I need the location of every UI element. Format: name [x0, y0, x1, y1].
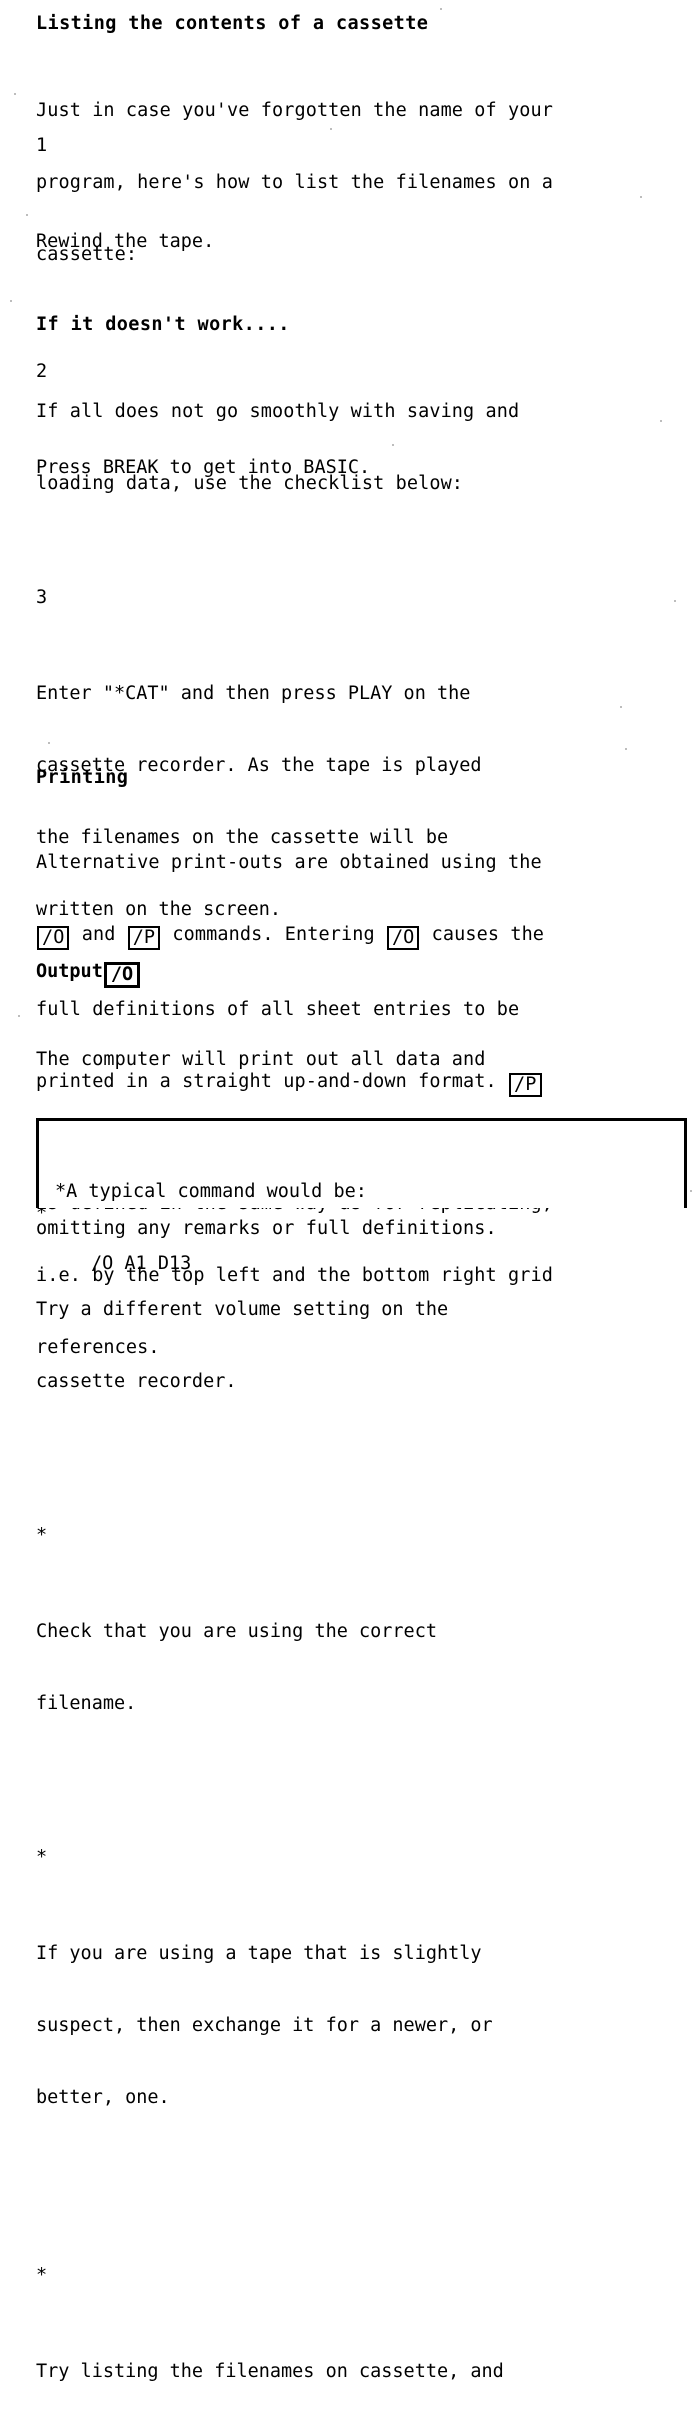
text-fragment: and: [70, 924, 127, 945]
section-heading-listing-contents: Listing the contents of a cassette: [36, 13, 429, 34]
scan-speck: [440, 8, 442, 10]
scan-speck: [10, 300, 12, 302]
text-line: Try listing the filenames on cassette, a…: [36, 2361, 504, 2382]
text-line: *A typical command would be:: [55, 1181, 367, 1202]
command-box-slash-p[interactable]: /P: [127, 926, 161, 950]
command-box-slash-o[interactable]: /O: [37, 926, 70, 950]
scan-speck: [14, 93, 16, 95]
text-line: suspect, then exchange it for a newer, o…: [36, 2015, 493, 2036]
scan-speck: [48, 742, 50, 744]
numbered-step-1: 1 Rewind the tape.: [36, 134, 688, 326]
text-line: Alternative print-outs are obtained usin…: [36, 852, 542, 873]
command-box-slash-o[interactable]: /O: [103, 962, 141, 988]
scan-speck: [660, 420, 662, 422]
checklist-item-4: * Try listing the filenames on cassette,…: [36, 2264, 688, 2420]
bullet-marker: *: [36, 1525, 48, 1546]
text-line: The computer will print out all data and: [36, 1049, 486, 1070]
text-line-with-commands: /O and /P commands. Entering /O causes t…: [36, 923, 688, 950]
checklist-item-2: * Check that you are using the correct f…: [36, 1524, 688, 1788]
scan-speck: [330, 128, 332, 130]
text-line: Enter "*CAT" and then press PLAY on the: [36, 683, 471, 704]
step-number: 1: [36, 135, 48, 156]
bullet-text: If you are using a tape that is slightly…: [36, 1919, 688, 2156]
bullet-text: Check that you are using the correct fil…: [36, 1597, 688, 1762]
text-line: If all does not go smoothly with saving …: [36, 401, 520, 422]
command-box-slash-o[interactable]: /O: [386, 926, 420, 950]
scan-speck: [18, 1015, 20, 1017]
scan-speck: [26, 214, 28, 216]
section-heading-output: Output/O: [36, 960, 688, 988]
callout-text: *A typical command would be: /O A1 D13: [39, 1121, 684, 1324]
manual-page: Listing the contents of a cassette Just …: [0, 0, 700, 2382]
text-line: Just in case you've forgotten the name o…: [36, 100, 553, 121]
bullet-text: Try listing the filenames on cassette, a…: [36, 2337, 688, 2420]
scan-speck: [640, 196, 642, 198]
text-fragment: commands. Entering: [161, 924, 386, 945]
text-line: loading data, use the checklist below:: [36, 473, 464, 494]
bullet-marker: *: [36, 2265, 48, 2286]
step-number: 3: [36, 587, 48, 608]
section-heading-printing: Printing: [36, 767, 129, 788]
scan-speck: [674, 600, 676, 602]
text-line: Check that you are using the correct: [36, 1621, 437, 1642]
text-line: filename.: [36, 1693, 137, 1714]
checklist-item-3: * If you are using a tape that is slight…: [36, 1846, 688, 2182]
example-command-line: /O A1 D13: [91, 1253, 192, 1274]
bullet-marker: *: [36, 1847, 48, 1868]
scan-speck: [620, 706, 622, 708]
section-heading-if-it-doesnt-work: If it doesn't work....: [36, 314, 290, 335]
scan-speck: [392, 444, 394, 446]
text-fragment: causes the: [420, 924, 545, 945]
output-heading-label: Output: [36, 961, 103, 982]
scan-speck: [625, 748, 627, 750]
text-line: Rewind the tape.: [36, 231, 215, 252]
scan-speck: [690, 1190, 692, 1192]
text-line: If you are using a tape that is slightly: [36, 1943, 482, 1964]
text-line: better, one.: [36, 2087, 170, 2108]
example-callout-box: *A typical command would be: /O A1 D13: [36, 1118, 687, 1274]
step-text: Rewind the tape.: [36, 207, 688, 300]
troubleshooting-intro-paragraph: If all does not go smoothly with saving …: [36, 352, 688, 544]
text-line: references.: [36, 1337, 160, 1358]
